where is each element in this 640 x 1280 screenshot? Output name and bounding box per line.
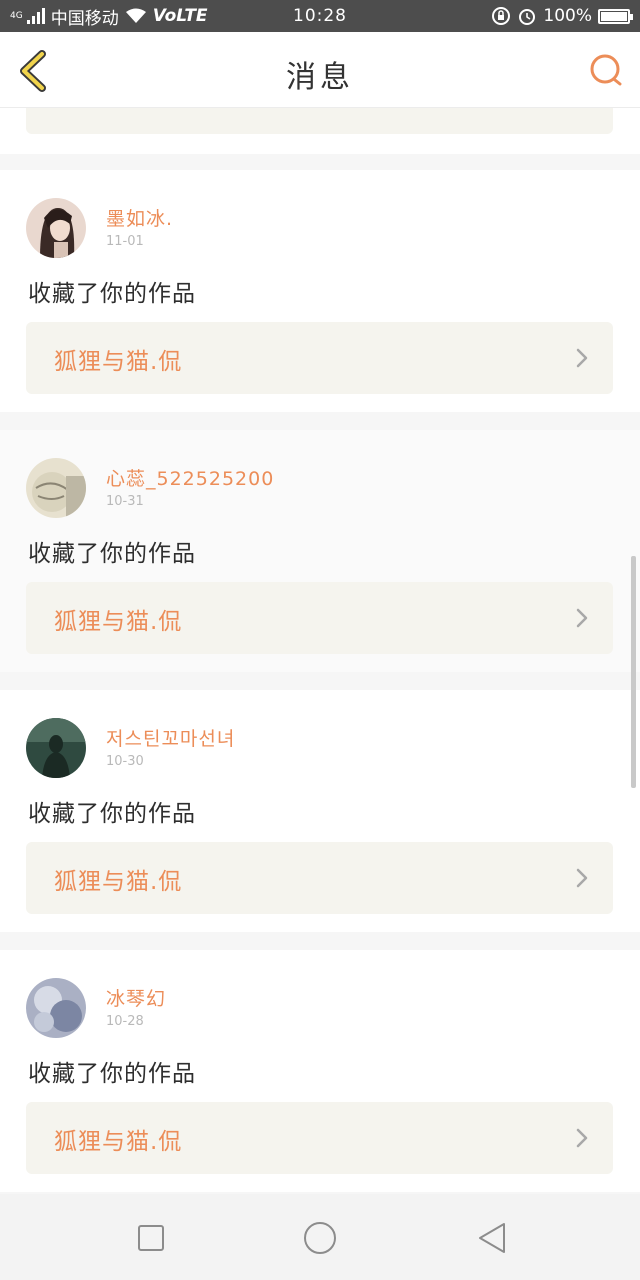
circle-icon — [304, 1222, 336, 1254]
notification-card: 저스틴꼬마선녀 10-30 收藏了你的作品 狐狸与猫.侃 — [0, 690, 640, 932]
work-link[interactable]: 狐狸与猫.侃 — [26, 1102, 613, 1174]
notification-feed[interactable]: 墨如冰. 11-01 收藏了你的作品 狐狸与猫.侃 心蕊_522525200 1… — [0, 108, 640, 1194]
alarm-icon — [519, 9, 536, 25]
work-title: 狐狸与猫.侃 — [54, 349, 183, 375]
work-link-partial[interactable] — [26, 108, 613, 134]
chevron-right-icon — [576, 348, 588, 368]
status-left: 4G 中国移动 VoLTE — [10, 4, 240, 29]
home-button[interactable] — [300, 1218, 340, 1258]
username[interactable]: 墨如冰. — [106, 204, 173, 231]
avatar[interactable] — [26, 458, 86, 518]
square-icon — [138, 1225, 164, 1251]
status-bar: 4G 中国移动 VoLTE 10:28 100% — [0, 0, 640, 32]
volte-label: VoLTE — [152, 6, 208, 26]
notification-text: 收藏了你的作品 — [28, 801, 196, 827]
work-link[interactable]: 狐狸与猫.侃 — [26, 842, 613, 914]
signal-icon — [26, 8, 45, 24]
system-back-button[interactable] — [472, 1218, 512, 1258]
username[interactable]: 冰琴幻 — [106, 984, 166, 1011]
notification-card: 心蕊_522525200 10-31 收藏了你的作品 狐狸与猫.侃 — [0, 430, 640, 672]
work-title: 狐狸与猫.侃 — [54, 609, 183, 635]
network-type: 4G — [10, 11, 23, 21]
app-header: 消息 — [0, 32, 640, 108]
notification-card: 墨如冰. 11-01 收藏了你的作品 狐狸与猫.侃 — [0, 170, 640, 412]
avatar[interactable] — [26, 198, 86, 258]
search-icon — [590, 54, 622, 86]
system-nav-bar — [0, 1194, 640, 1280]
notification-card: 冰琴幻 10-28 收藏了你的作品 狐狸与猫.侃 — [0, 950, 640, 1192]
page-title: 消息 — [286, 60, 354, 95]
chevron-right-icon — [576, 868, 588, 888]
wifi-icon — [125, 8, 146, 23]
recent-apps-button[interactable] — [131, 1218, 171, 1258]
timestamp: 10-30 — [106, 754, 144, 769]
search-button[interactable] — [588, 52, 624, 88]
timestamp: 10-28 — [106, 1014, 144, 1029]
battery-fill — [601, 11, 627, 21]
avatar[interactable] — [26, 718, 86, 778]
battery-icon — [598, 8, 633, 24]
chevron-right-icon — [576, 608, 588, 628]
username[interactable]: 心蕊_522525200 — [106, 464, 274, 491]
notification-text: 收藏了你的作品 — [28, 281, 196, 307]
notification-text: 收藏了你的作品 — [28, 541, 196, 567]
chevron-right-icon — [576, 1128, 588, 1148]
status-right: 100% — [400, 6, 633, 26]
notification-card-partial — [0, 108, 640, 154]
timestamp: 10-31 — [106, 494, 144, 509]
notification-text: 收藏了你的作品 — [28, 1061, 196, 1087]
triangle-back-icon — [479, 1223, 505, 1253]
work-link[interactable]: 狐狸与猫.侃 — [26, 582, 613, 654]
carrier-name: 中国移动 — [50, 8, 119, 29]
clock: 10:28 — [293, 6, 347, 26]
username[interactable]: 저스틴꼬마선녀 — [106, 724, 235, 751]
avatar[interactable] — [26, 978, 86, 1038]
work-title: 狐狸与猫.侃 — [54, 1129, 183, 1155]
scrollbar[interactable] — [631, 556, 636, 788]
work-title: 狐狸与猫.侃 — [54, 869, 183, 895]
work-link[interactable]: 狐狸与猫.侃 — [26, 322, 613, 394]
timestamp: 11-01 — [106, 234, 144, 249]
rotation-lock-icon — [492, 7, 511, 25]
battery-percent: 100% — [543, 6, 592, 26]
